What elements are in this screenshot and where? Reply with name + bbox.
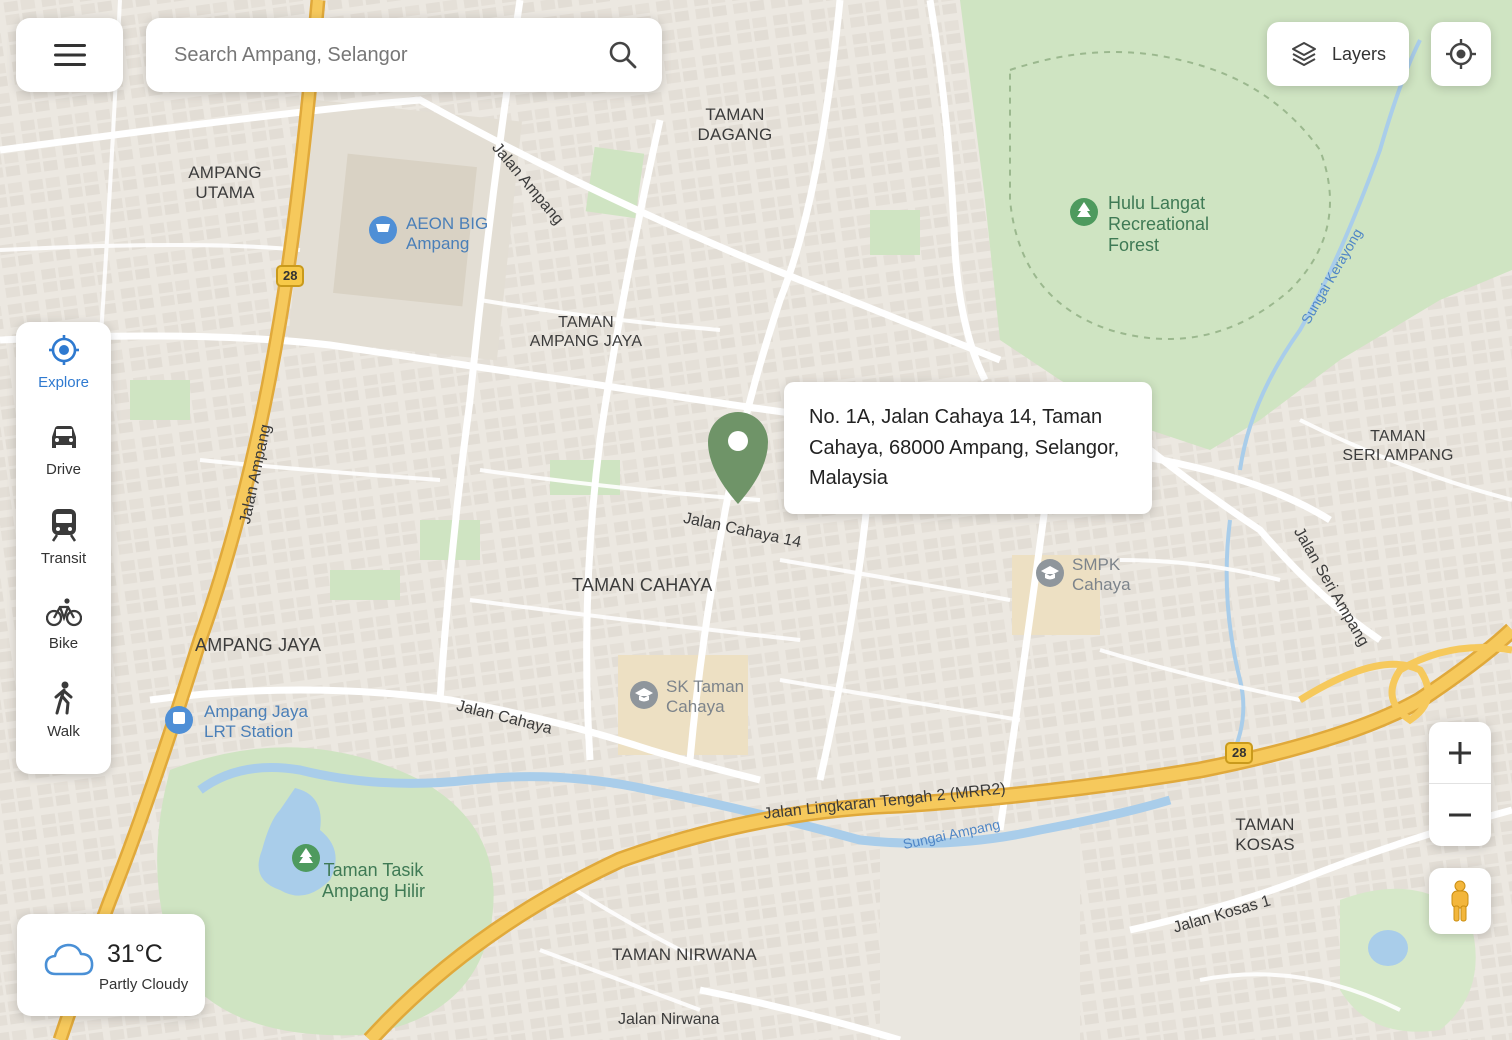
- weather-condition: Partly Cloudy: [99, 976, 189, 993]
- layers-icon: [1291, 42, 1316, 66]
- address-text: No. 1A, Jalan Cahaya 14, Taman Cahaya, 6…: [809, 406, 1120, 489]
- map-canvas[interactable]: [0, 0, 1512, 1040]
- search-icon[interactable]: [608, 40, 638, 70]
- my-location-button[interactable]: [1431, 22, 1491, 86]
- area-label-taman-dagang: TAMAN DAGANG: [697, 105, 773, 145]
- sk-school-marker-icon: [630, 681, 658, 709]
- pegman-icon: [1451, 880, 1469, 922]
- poi-label-hulu-langat-forest[interactable]: Hulu Langat Recreational Forest: [1108, 193, 1209, 257]
- route-shield-north: 28: [276, 265, 305, 287]
- smpk-school-marker-icon: [1036, 559, 1064, 587]
- area-label-taman-ampang-jaya: TAMAN AMPANG JAYA: [529, 314, 643, 350]
- menu-button[interactable]: [16, 18, 123, 92]
- search-input[interactable]: [172, 42, 576, 68]
- poi-label-taman-tasik[interactable]: Taman Tasik Ampang Hilir: [322, 860, 425, 902]
- mode-transit-button[interactable]: Transit: [16, 497, 111, 577]
- area-label-ampang-jaya: AMPANG JAYA: [195, 635, 322, 655]
- zoom-in-button[interactable]: [1429, 722, 1491, 784]
- travel-mode-panel: Explore Drive Transit Bike Walk: [16, 322, 111, 774]
- street-view-button[interactable]: [1429, 868, 1491, 934]
- area-label-taman-kosas: TAMAN KOSAS: [1235, 815, 1295, 855]
- explore-icon: [48, 334, 79, 365]
- weather-widget[interactable]: 31°C Partly Cloudy: [17, 914, 205, 1016]
- poi-label-ampang-jaya-lrt[interactable]: Ampang Jaya LRT Station: [204, 702, 308, 742]
- train-icon: [51, 508, 76, 542]
- poi-label-smpk-cahaya[interactable]: SMPK Cahaya: [1072, 555, 1131, 595]
- mode-explore-button[interactable]: Explore: [16, 322, 111, 402]
- car-icon: [51, 425, 76, 448]
- layers-button[interactable]: Layers: [1267, 22, 1409, 86]
- address-popup[interactable]: No. 1A, Jalan Cahaya 14, Taman Cahaya, 6…: [784, 382, 1152, 514]
- area-label-taman-nirwana: TAMAN NIRWANA: [612, 945, 757, 964]
- mode-label: Bike: [48, 634, 79, 652]
- area-label-ampang-utama: AMPANG UTAMA: [188, 163, 262, 203]
- cloud-icon: [44, 943, 94, 976]
- poi-label-sk-taman-cahaya[interactable]: SK Taman Cahaya: [666, 677, 744, 717]
- hamburger-menu-icon: [53, 44, 86, 66]
- minus-icon: [1449, 813, 1471, 817]
- mode-walk-button[interactable]: Walk: [16, 670, 111, 750]
- plus-icon: [1449, 742, 1471, 764]
- temperature: 31°C: [107, 940, 163, 968]
- mode-label: Drive: [45, 460, 81, 478]
- zoom-controls: [1429, 722, 1491, 846]
- route-shield-east: 28: [1225, 742, 1254, 764]
- zoom-out-button[interactable]: [1429, 784, 1491, 846]
- search-bar[interactable]: [146, 18, 662, 92]
- poi-label-aeon-big[interactable]: AEON BIG Ampang: [406, 214, 488, 254]
- area-label-taman-seri-ampang: TAMAN SERI AMPANG: [1342, 428, 1454, 464]
- walk-icon: [54, 681, 72, 714]
- my-location-icon: [1446, 39, 1476, 69]
- road-label-jalan-nirwana: Jalan Nirwana: [618, 1011, 720, 1028]
- area-label-taman-cahaya: TAMAN CAHAYA: [572, 575, 713, 595]
- lrt-station-marker-icon: [165, 706, 193, 734]
- layers-label: Layers: [1331, 43, 1387, 64]
- mode-label: Explore: [38, 373, 89, 391]
- mode-label: Transit: [40, 549, 87, 567]
- mode-drive-button[interactable]: Drive: [16, 410, 111, 490]
- park-marker-icon: [292, 844, 320, 872]
- mode-label: Walk: [47, 722, 80, 740]
- forest-marker-icon: [1070, 198, 1098, 226]
- aeon-big-marker-icon: [369, 216, 397, 244]
- mode-bike-button[interactable]: Bike: [16, 584, 111, 664]
- bicycle-icon: [45, 597, 82, 626]
